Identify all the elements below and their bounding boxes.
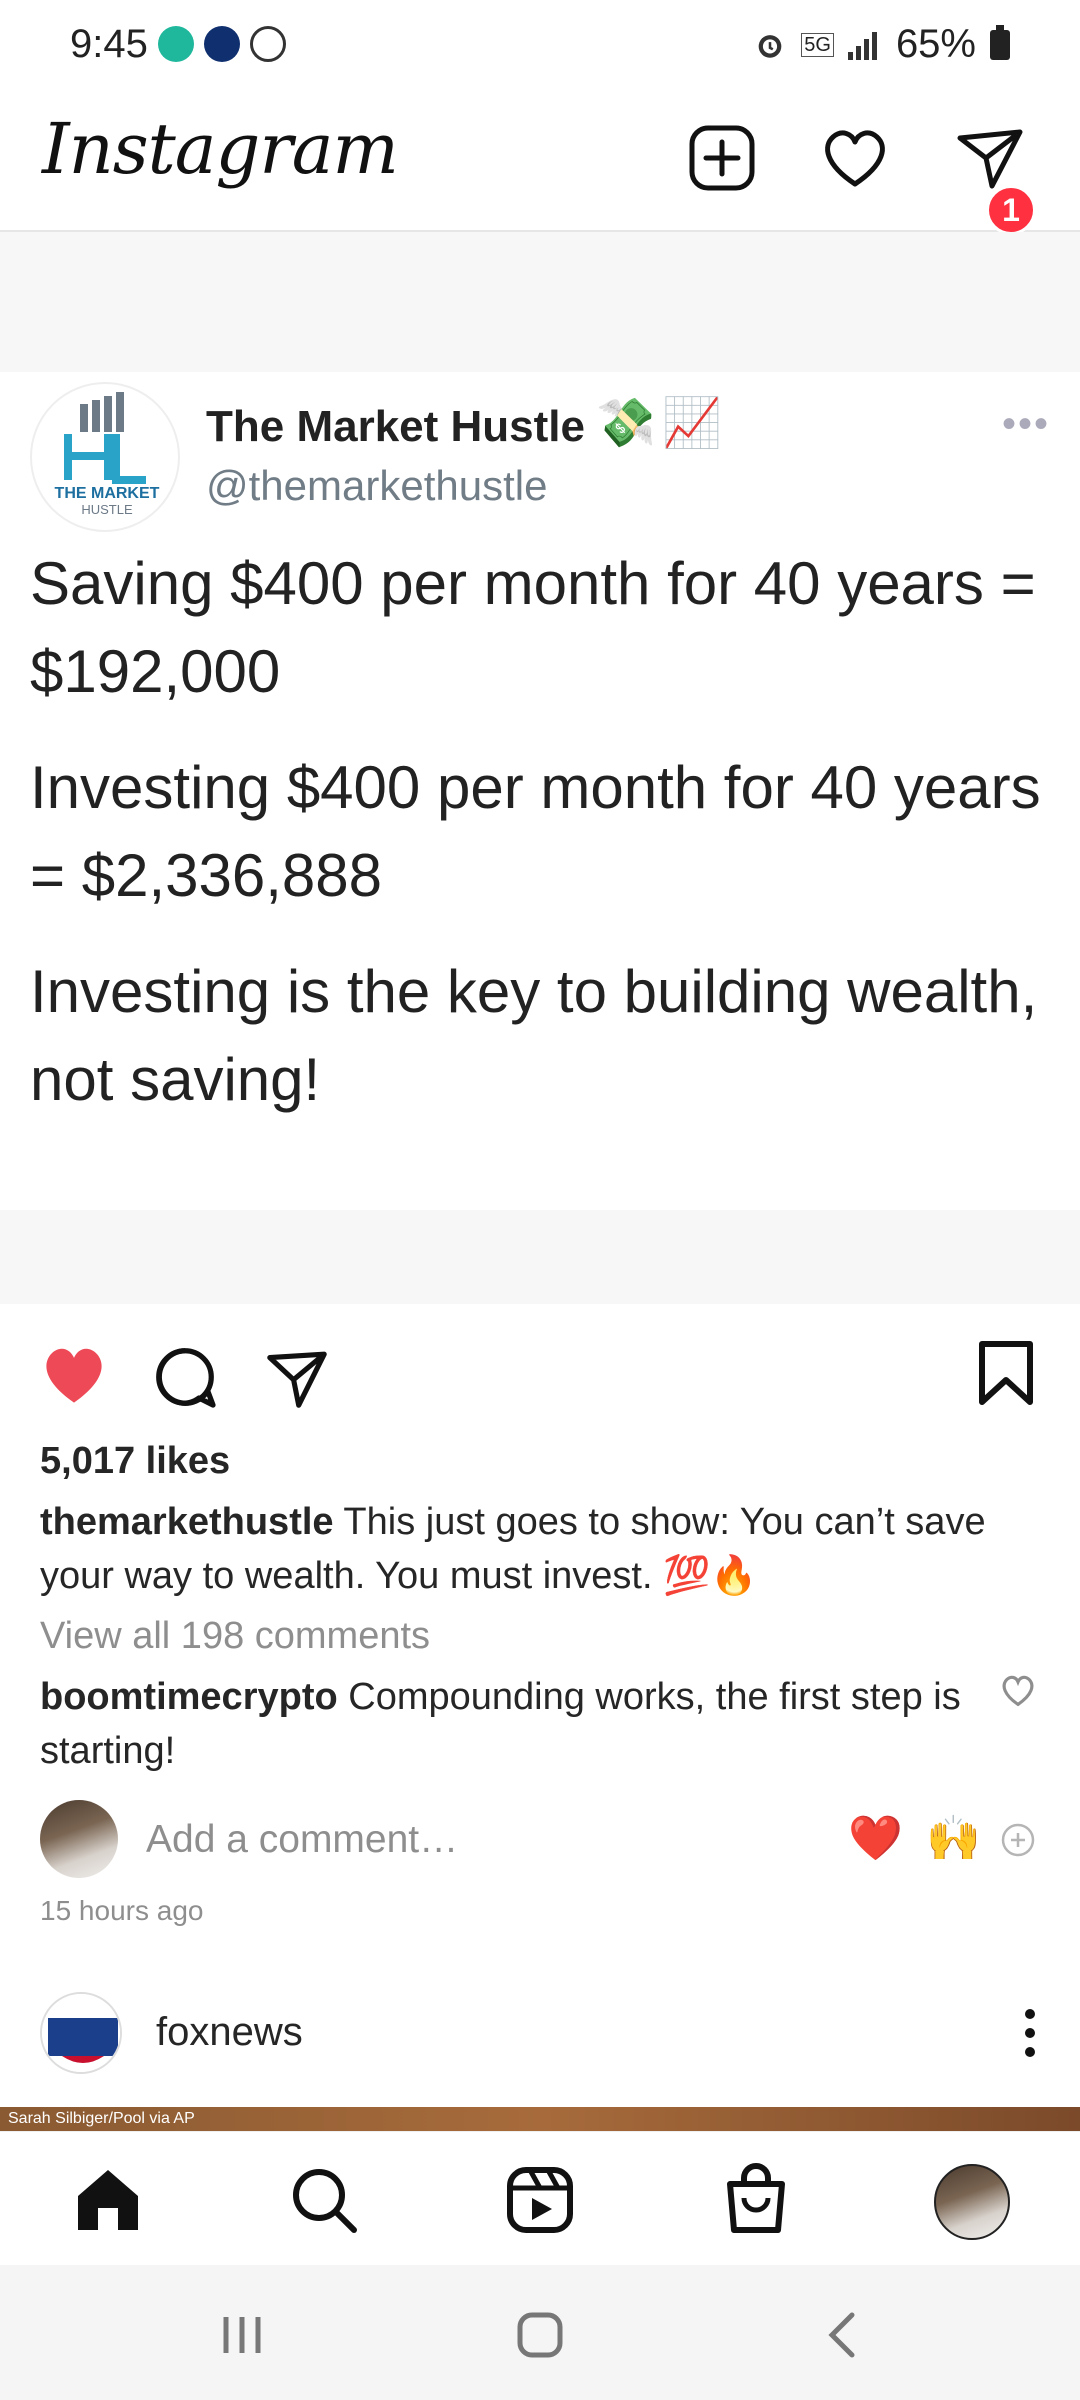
comment-username[interactable]: boomtimecrypto — [40, 1676, 338, 1718]
tweet-paragraph-1: Saving $400 per month for 40 years = $19… — [30, 550, 1036, 705]
shop-icon[interactable] — [718, 2162, 794, 2238]
home-button-icon[interactable] — [510, 2305, 570, 2365]
alarm-icon — [758, 34, 782, 58]
network-type: 5G — [801, 32, 834, 57]
status-bar: 9:45 5G 65% — [0, 0, 1080, 90]
tweet-handle: @themarkethustle — [206, 462, 548, 509]
caption-username[interactable]: themarkethustle — [40, 1501, 334, 1543]
share-icon[interactable] — [262, 1344, 332, 1412]
crypto-app-icon — [204, 26, 240, 62]
save-bookmark-icon[interactable] — [976, 1340, 1036, 1406]
post-timestamp: 15 hours ago — [40, 1895, 204, 1926]
comment-icon[interactable] — [150, 1342, 220, 1412]
tweet-more-icon: ••• — [1001, 402, 1050, 446]
reels-icon[interactable] — [502, 2162, 578, 2238]
instagram-logo[interactable]: Instagram — [42, 108, 399, 190]
avatar-text-top: THE MARKET — [55, 485, 160, 502]
add-reaction-plus-icon[interactable] — [1000, 1822, 1036, 1858]
new-post-icon[interactable] — [682, 118, 762, 198]
status-right: 5G 65% — [753, 22, 1010, 67]
home-icon[interactable] — [70, 2162, 146, 2238]
bottom-navigation — [0, 2131, 1080, 2265]
tweet-display-name: The Market Hustle — [206, 402, 585, 451]
market-hustle-logo: THE MARKET HUSTLE — [55, 392, 160, 517]
money-emoji: 💸 — [596, 397, 656, 450]
next-post-username[interactable]: foxnews — [156, 2010, 303, 2055]
comment-like-heart-icon[interactable] — [1000, 1672, 1036, 1708]
tweet-card: THE MARKET HUSTLE The Market Hustle 💸 📈 … — [0, 372, 1080, 1210]
like-button-filled-heart-icon[interactable] — [38, 1340, 110, 1408]
post-image[interactable]: THE MARKET HUSTLE The Market Hustle 💸 📈 … — [0, 232, 1080, 1304]
wallet-app-icon — [158, 26, 194, 62]
tweet-avatar: THE MARKET HUSTLE — [30, 382, 180, 532]
post-caption: themarkethustle This just goes to show: … — [40, 1495, 1020, 1603]
top-comment: boomtimecrypto Compounding works, the fi… — [40, 1670, 980, 1778]
photo-credit: Sarah Silbiger/Pool via AP — [8, 2110, 195, 2127]
quick-reaction-heart[interactable]: ❤️ — [848, 1812, 903, 1864]
chart-emoji: 📈 — [662, 397, 722, 450]
likes-count[interactable]: 5,017 likes — [40, 1440, 230, 1483]
threads-app-icon — [250, 26, 286, 62]
current-user-avatar — [40, 1800, 118, 1878]
recent-apps-icon[interactable] — [212, 2305, 272, 2365]
foxnews-avatar[interactable] — [40, 1992, 122, 2074]
activity-heart-icon[interactable] — [815, 118, 895, 198]
tweet-paragraph-2: Investing $400 per month for 40 years = … — [30, 754, 1041, 909]
add-comment-input[interactable]: Add a comment… — [146, 1818, 458, 1862]
signal-icon — [847, 31, 877, 60]
app-header: Instagram 1 — [0, 90, 1080, 235]
back-icon[interactable] — [814, 2305, 874, 2365]
tweet-paragraph-3: Investing is the key to building wealth,… — [30, 958, 1038, 1113]
profile-tab-avatar[interactable] — [934, 2164, 1010, 2240]
view-all-comments-link[interactable]: View all 198 comments — [40, 1615, 430, 1658]
battery-icon — [990, 24, 1010, 60]
battery-percent: 65% — [895, 22, 976, 66]
status-notification-icons — [158, 26, 286, 62]
status-time: 9:45 — [70, 22, 148, 66]
avatar-text-bottom: HUSTLE — [81, 502, 133, 517]
post-options-icon[interactable] — [1020, 2008, 1040, 2058]
messages-badge: 1 — [986, 185, 1036, 235]
system-navigation-bar — [0, 2265, 1080, 2400]
quick-reaction-raised-hands[interactable]: 🙌 — [926, 1812, 981, 1864]
search-icon[interactable] — [286, 2162, 362, 2238]
